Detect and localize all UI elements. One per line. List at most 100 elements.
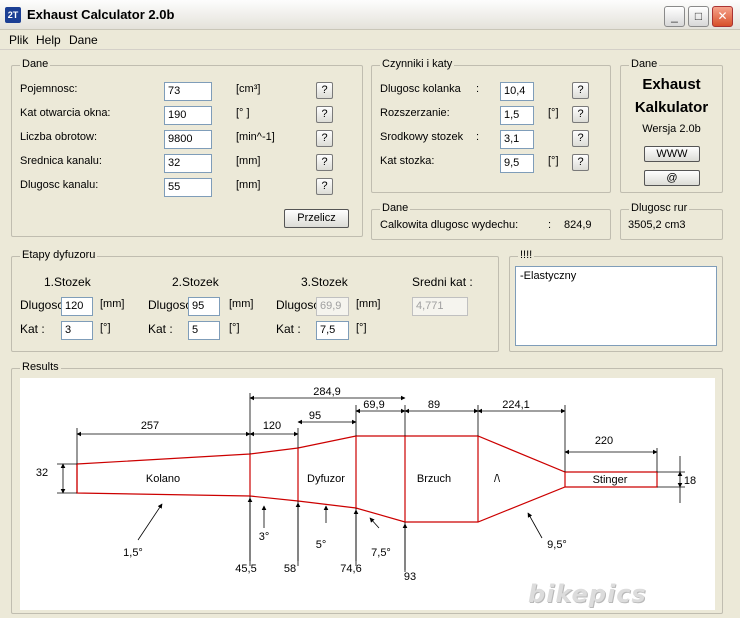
stage1-angle-input[interactable]: 3 [61, 321, 93, 340]
kolanko-label: Dlugosc kolanka [380, 83, 461, 95]
dane-legend: Dane [20, 58, 51, 70]
section-labels: Kolano Dyfuzor Brzuch /\ Stinger [146, 473, 628, 486]
about-legend: Dane [629, 58, 660, 70]
watermark-logo: bikepics [528, 580, 647, 608]
stage2-angle-label: Kat : [148, 322, 173, 336]
stage1-angle-unit: [°] [100, 322, 111, 334]
about-version: Wersja 2.0b [642, 123, 701, 135]
stage1-length-input[interactable]: 120 [61, 297, 93, 316]
srodkowy-help-button[interactable]: ? [572, 130, 589, 147]
czynniki-legend: Czynniki i katy [380, 58, 455, 70]
stage1-angle-label: Kat : [20, 322, 45, 336]
dim-label-total: 284,9 [313, 386, 341, 398]
stage3-length-unit: [mm] [356, 298, 381, 310]
stage3-angle-input[interactable]: 7,5 [316, 321, 349, 340]
pojemnosc-input[interactable]: 73 [164, 82, 212, 101]
stage3-length-input[interactable]: 69,9 [316, 297, 349, 316]
angle-label-stozek2: 5° [316, 539, 327, 551]
srednica-help-button[interactable]: ? [316, 154, 333, 171]
dim-label-stinger: 220 [595, 435, 613, 447]
kat-okna-input[interactable]: 190 [164, 106, 212, 125]
kat-stozka-input[interactable]: 9,5 [500, 154, 534, 173]
kat-okna-label: Kat otwarcia okna: [20, 107, 111, 119]
rozszerzanie-unit: [°] [548, 107, 559, 119]
station-arrows [247, 497, 408, 572]
stage1-length-unit: [mm] [100, 298, 125, 310]
menu-dane[interactable]: Dane [69, 33, 98, 47]
stage2-length-input[interactable]: 95 [188, 297, 220, 316]
stage2-angle-unit: [°] [229, 322, 240, 334]
srednica-unit: [mm] [236, 155, 261, 167]
pojemnosc-help-button[interactable]: ? [316, 82, 333, 99]
przelicz-button[interactable]: Przelicz [284, 209, 349, 228]
dim-label-stozek1: 120 [263, 420, 281, 432]
stage2-angle-input[interactable]: 5 [188, 321, 220, 340]
srednica-input[interactable]: 32 [164, 154, 212, 173]
pojemnosc-label: Pojemnosc: [20, 83, 78, 95]
station-label-4: 93 [404, 571, 416, 583]
kolanko-help-button[interactable]: ? [572, 82, 589, 99]
kolanko-input[interactable]: 10,4 [500, 82, 534, 101]
email-button[interactable]: @ [644, 170, 700, 186]
angle-label-stozek-zwrotny: 9,5° [547, 539, 567, 551]
maximize-icon: □ [694, 9, 703, 23]
kat-okna-help-button[interactable]: ? [316, 106, 333, 123]
dlugosc-kanalu-input[interactable]: 55 [164, 178, 212, 197]
kat-stozka-label: Kat stozka: [380, 155, 435, 167]
srodkowy-label: Srodkowy stozek [380, 131, 464, 143]
angle-label-kolano: 1,5° [123, 547, 143, 559]
kat-stozka-help-button[interactable]: ? [572, 154, 589, 171]
minimize-button[interactable]: _ [664, 6, 685, 27]
obroty-help-button[interactable]: ? [316, 130, 333, 147]
total-value: 824,9 [564, 219, 592, 231]
dlugosc-kanalu-help-button[interactable]: ? [316, 178, 333, 195]
maximize-button[interactable]: □ [688, 6, 709, 27]
stage3-length-label: Dlugosc [276, 298, 320, 312]
angle-label-stozek1: 3° [259, 531, 270, 543]
close-button[interactable]: ✕ [712, 6, 733, 27]
menu-bar: Plik Help Dane [0, 30, 740, 50]
rozszerzanie-help-button[interactable]: ? [572, 106, 589, 123]
about-title-line1: Exhaust [642, 76, 701, 93]
minimize-icon: _ [671, 9, 678, 23]
pipe-value: 3505,2 cm3 [628, 219, 686, 231]
avg-angle-input[interactable]: 4,771 [412, 297, 468, 316]
srodkowy-colon: : [476, 131, 480, 143]
angle-arrows [137, 503, 543, 541]
obroty-unit: [min^-1] [236, 131, 275, 143]
rozszerzanie-input[interactable]: 1,5 [500, 106, 534, 125]
exhaust-diagram: 284,9 257 120 95 69,9 89 224,1 220 Kolan… [20, 378, 715, 610]
obroty-label: Liczba obrotow: [20, 131, 98, 143]
etapy-legend: Etapy dyfuzoru [20, 249, 98, 261]
obroty-input[interactable]: 9800 [164, 130, 212, 149]
notes-textarea[interactable]: -Elastyczny [515, 266, 717, 346]
title-bar: 2T Exhaust Calculator 2.0b _ □ ✕ [0, 0, 740, 30]
kolanko-colon: : [476, 83, 480, 95]
menu-plik[interactable]: Plik [9, 33, 28, 47]
www-button[interactable]: WWW [644, 146, 700, 162]
results-legend: Results [20, 361, 61, 373]
stage3-angle-unit: [°] [356, 322, 367, 334]
angle-labels: 1,5° 3° 5° 7,5° 9,5° [123, 531, 567, 559]
section-stozek-zwrotny: /\ [494, 473, 501, 485]
kat-stozka-unit: [°] [548, 155, 559, 167]
kat-okna-unit: [° ] [236, 107, 250, 119]
about-title-line2: Kalkulator [634, 99, 709, 116]
left-diameter-label: 32 [36, 467, 48, 479]
section-brzuch: Brzuch [417, 473, 451, 485]
stage1-header: 1.Stozek [44, 275, 91, 289]
srodkowy-input[interactable]: 3,1 [500, 130, 534, 149]
exhaust-diagram-svg: 284,9 257 120 95 69,9 89 224,1 220 Kolan… [36, 386, 696, 583]
total-colon: : [548, 219, 552, 231]
dlugosc-kanalu-unit: [mm] [236, 179, 261, 191]
rozszerzanie-label: Rozszerzanie: [380, 107, 450, 119]
window-title: Exhaust Calculator 2.0b [27, 7, 175, 22]
dim-label-stozek2: 95 [309, 410, 321, 422]
angle-label-stozek3: 7,5° [371, 547, 391, 559]
station-label-2: 58 [284, 563, 296, 575]
dimension-labels: 284,9 257 120 95 69,9 89 224,1 220 [141, 386, 613, 447]
dim-label-brzuch: 89 [428, 399, 440, 411]
close-icon: ✕ [717, 9, 728, 23]
stage3-angle-label: Kat : [276, 322, 301, 336]
menu-help[interactable]: Help [36, 33, 61, 47]
